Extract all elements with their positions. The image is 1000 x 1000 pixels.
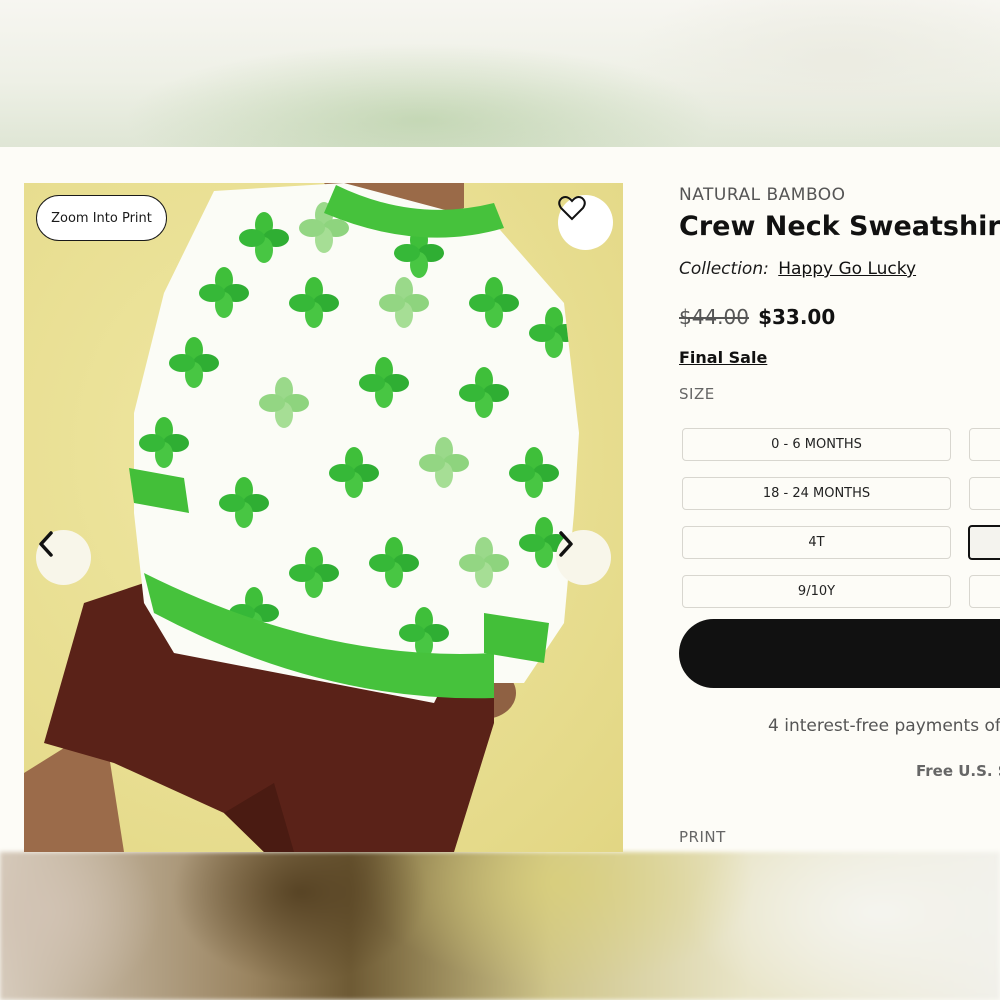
wishlist-button[interactable]	[558, 195, 613, 250]
product-details: NATURAL BAMBOO Crew Neck Sweatshirt Coll…	[679, 183, 1000, 852]
previous-image-button[interactable]	[36, 530, 91, 585]
size-option-partial[interactable]	[969, 477, 1000, 510]
size-option-0-6-months[interactable]: 0 - 6 MONTHS	[682, 428, 951, 461]
collection-label: Collection:	[679, 259, 769, 279]
heart-icon	[558, 196, 586, 221]
free-shipping-text: Free U.S. S	[916, 762, 1000, 780]
product-title: Crew Neck Sweatshirt	[679, 211, 1000, 242]
installment-payments-text: 4 interest-free payments of $	[768, 716, 1000, 736]
size-option-18-24-months[interactable]: 18 - 24 MONTHS	[682, 477, 951, 510]
size-option-9-10y[interactable]: 9/10Y	[682, 575, 951, 608]
size-option-partial[interactable]	[969, 428, 1000, 461]
product-image[interactable]: Zoom Into Print	[24, 183, 623, 852]
size-option-4t[interactable]: 4T	[682, 526, 951, 559]
final-sale-link[interactable]: Final Sale	[679, 348, 767, 367]
product-photo	[24, 183, 579, 852]
blurred-bottom-band	[0, 852, 1000, 1000]
price-row: $44.00 $33.00	[679, 305, 835, 329]
zoom-into-print-button[interactable]: Zoom Into Print	[36, 195, 167, 241]
add-to-cart-button[interactable]	[679, 619, 1000, 688]
sale-price: $33.00	[758, 305, 836, 329]
chevron-left-icon	[39, 531, 53, 557]
collection-line: Collection: Happy Go Lucky	[679, 259, 916, 279]
original-price: $44.00	[679, 305, 749, 329]
collection-link[interactable]: Happy Go Lucky	[778, 259, 916, 279]
print-label: PRINT	[679, 828, 726, 846]
product-brand: NATURAL BAMBOO	[679, 185, 846, 205]
chevron-right-icon	[559, 531, 573, 557]
size-option-partial[interactable]	[969, 575, 1000, 608]
blurred-top-band	[0, 0, 1000, 147]
size-label: SIZE	[679, 385, 715, 403]
next-image-button[interactable]	[556, 530, 611, 585]
size-option-selected[interactable]	[968, 525, 1000, 560]
